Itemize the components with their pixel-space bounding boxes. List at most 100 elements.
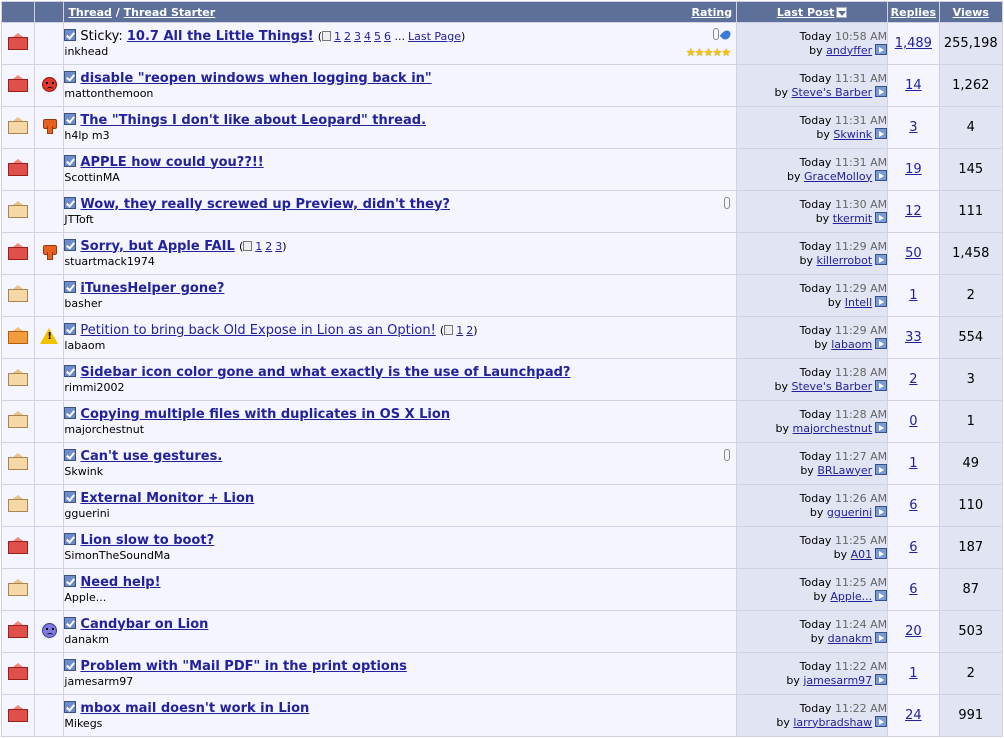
- go-to-last-post-icon[interactable]: [875, 211, 888, 223]
- last-post-user-link[interactable]: jamesarm97: [803, 674, 872, 687]
- last-post-user-link[interactable]: labaom: [831, 338, 872, 351]
- last-post-user-link[interactable]: Apple...: [830, 590, 872, 603]
- replies-count-link[interactable]: 2: [909, 372, 917, 387]
- go-to-last-post-icon[interactable]: [875, 547, 888, 559]
- last-post-user-link[interactable]: andyffer: [826, 44, 872, 57]
- thread-title-link[interactable]: Petition to bring back Old Expose in Lio…: [80, 323, 435, 338]
- page-link[interactable]: 3: [354, 30, 361, 43]
- go-to-last-post-icon[interactable]: [875, 631, 888, 643]
- thread-select-checkbox[interactable]: [64, 112, 77, 125]
- thread-select-checkbox[interactable]: [64, 280, 77, 293]
- replies-count-link[interactable]: 1: [909, 288, 917, 303]
- thread-select-checkbox[interactable]: [64, 616, 77, 629]
- thread-title-link[interactable]: Copying multiple files with duplicates i…: [80, 407, 450, 422]
- go-to-last-post-icon[interactable]: [875, 463, 888, 475]
- thread-select-checkbox[interactable]: [64, 700, 77, 713]
- sort-last-post-link[interactable]: Last Post: [777, 6, 835, 19]
- replies-count-link[interactable]: 20: [905, 624, 922, 639]
- thread-select-checkbox[interactable]: [64, 196, 77, 209]
- replies-count-link[interactable]: 33: [905, 330, 922, 345]
- thread-title-link[interactable]: The "Things I don't like about Leopard" …: [80, 113, 426, 128]
- last-post-user-link[interactable]: Skwink: [833, 128, 872, 141]
- go-to-last-post-icon[interactable]: [875, 337, 888, 349]
- go-to-last-post-icon[interactable]: [875, 589, 888, 601]
- thread-select-checkbox[interactable]: [64, 70, 77, 83]
- go-to-last-post-icon[interactable]: [875, 43, 888, 55]
- sort-thread-starter-link[interactable]: Thread Starter: [124, 6, 216, 19]
- replies-count-link[interactable]: 12: [905, 204, 922, 219]
- last-post-user-link[interactable]: killerrobot: [817, 254, 873, 267]
- last-post-user-link[interactable]: majorchestnut: [793, 422, 873, 435]
- sort-desc-icon[interactable]: [836, 6, 848, 18]
- thread-title-link[interactable]: APPLE how could you??!!: [80, 155, 263, 170]
- page-link[interactable]: 2: [344, 30, 351, 43]
- last-post-user-link[interactable]: Steve's Barber: [791, 86, 872, 99]
- thread-select-checkbox[interactable]: [64, 28, 77, 41]
- thread-select-checkbox[interactable]: [64, 154, 77, 167]
- thread-title-link[interactable]: Need help!: [80, 575, 160, 590]
- page-link[interactable]: 5: [374, 30, 381, 43]
- thread-select-checkbox[interactable]: [64, 658, 77, 671]
- replies-count-link[interactable]: 1,489: [895, 36, 932, 51]
- last-post-user-link[interactable]: tkermit: [833, 212, 872, 225]
- page-link[interactable]: 2: [466, 324, 473, 337]
- thread-select-checkbox[interactable]: [64, 322, 77, 335]
- thread-title-link[interactable]: Can't use gestures.: [80, 449, 222, 464]
- sort-replies-link[interactable]: Replies: [891, 6, 936, 19]
- page-link[interactable]: 4: [364, 30, 371, 43]
- thread-title-link[interactable]: iTunesHelper gone?: [80, 281, 224, 296]
- go-to-last-post-icon[interactable]: [875, 85, 888, 97]
- page-link[interactable]: 1: [456, 324, 463, 337]
- thread-title-link[interactable]: Wow, they really screwed up Preview, did…: [80, 197, 450, 212]
- page-link[interactable]: 1: [334, 30, 341, 43]
- replies-count-link[interactable]: 6: [909, 582, 917, 597]
- go-to-last-post-icon[interactable]: [875, 295, 888, 307]
- page-link[interactable]: 3: [275, 240, 282, 253]
- replies-count-link[interactable]: 24: [905, 708, 922, 723]
- replies-count-link[interactable]: 6: [909, 540, 917, 555]
- replies-count-link[interactable]: 3: [909, 120, 917, 135]
- page-link[interactable]: 2: [265, 240, 272, 253]
- page-link[interactable]: 6: [384, 30, 391, 43]
- last-post-user-link[interactable]: danakm: [828, 632, 873, 645]
- go-to-last-post-icon[interactable]: [875, 421, 888, 433]
- sort-views-link[interactable]: Views: [953, 6, 989, 19]
- replies-count-link[interactable]: 19: [905, 162, 922, 177]
- go-to-last-post-icon[interactable]: [875, 253, 888, 265]
- thread-select-checkbox[interactable]: [64, 574, 77, 587]
- page-link[interactable]: 1: [255, 240, 262, 253]
- last-post-user-link[interactable]: Steve's Barber: [791, 380, 872, 393]
- thread-title-link[interactable]: Sidebar icon color gone and what exactly…: [80, 365, 570, 380]
- thread-title-link[interactable]: 10.7 All the Little Things!: [127, 29, 314, 44]
- last-post-user-link[interactable]: larrybradshaw: [793, 716, 872, 729]
- thread-select-checkbox[interactable]: [64, 490, 77, 503]
- thread-title-link[interactable]: External Monitor + Lion: [80, 491, 254, 506]
- go-to-last-post-icon[interactable]: [875, 127, 888, 139]
- go-to-last-post-icon[interactable]: [875, 505, 888, 517]
- thread-title-link[interactable]: Candybar on Lion: [80, 617, 208, 632]
- sort-rating-link[interactable]: Rating: [691, 6, 732, 19]
- thread-title-link[interactable]: Problem with "Mail PDF" in the print opt…: [80, 659, 406, 674]
- thread-select-checkbox[interactable]: [64, 406, 77, 419]
- thread-title-link[interactable]: mbox mail doesn't work in Lion: [80, 701, 309, 716]
- go-to-last-post-icon[interactable]: [875, 379, 888, 391]
- replies-count-link[interactable]: 0: [909, 414, 917, 429]
- go-to-last-post-icon[interactable]: [875, 715, 888, 727]
- thread-select-checkbox[interactable]: [64, 532, 77, 545]
- replies-count-link[interactable]: 1: [909, 666, 917, 681]
- thread-select-checkbox[interactable]: [64, 238, 77, 251]
- replies-count-link[interactable]: 1: [909, 456, 917, 471]
- last-post-user-link[interactable]: gguerini: [827, 506, 872, 519]
- go-to-last-post-icon[interactable]: [875, 673, 888, 685]
- last-post-user-link[interactable]: Intell: [845, 296, 872, 309]
- go-to-last-post-icon[interactable]: [875, 169, 888, 181]
- last-post-user-link[interactable]: BRLawyer: [817, 464, 872, 477]
- replies-count-link[interactable]: 6: [909, 498, 917, 513]
- thread-title-link[interactable]: disable "reopen windows when logging bac…: [80, 71, 431, 86]
- last-post-user-link[interactable]: GraceMolloy: [804, 170, 872, 183]
- thread-select-checkbox[interactable]: [64, 364, 77, 377]
- replies-count-link[interactable]: 14: [905, 78, 922, 93]
- replies-count-link[interactable]: 50: [905, 246, 922, 261]
- last-page-link[interactable]: Last Page: [408, 30, 461, 43]
- sort-thread-link[interactable]: Thread: [68, 6, 112, 19]
